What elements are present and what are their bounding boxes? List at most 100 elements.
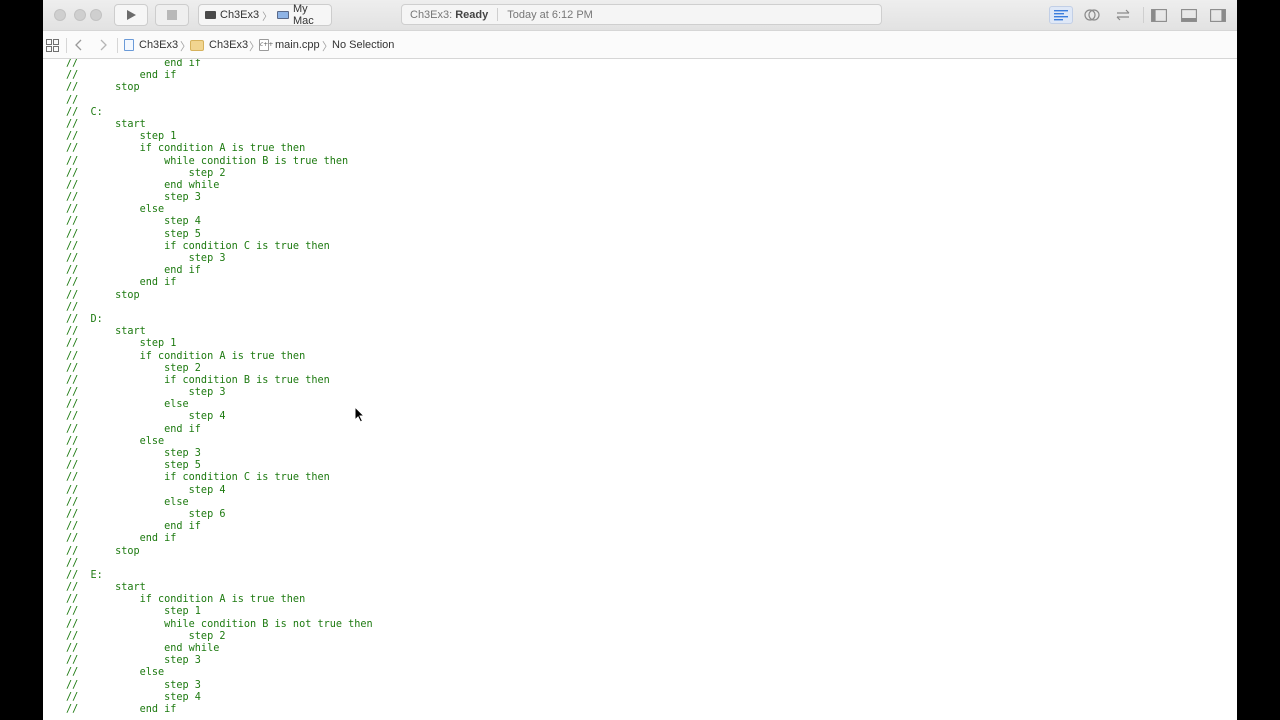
code-line: // step 6 bbox=[66, 508, 226, 520]
code-line: // end if bbox=[66, 277, 177, 289]
jump-bar-divider bbox=[66, 38, 67, 53]
code-line: // step 4 bbox=[66, 691, 201, 703]
code-line: // end if bbox=[66, 59, 201, 69]
code-line: // step 4 bbox=[66, 216, 201, 228]
chevron-right-icon: 〉 bbox=[262, 11, 273, 23]
xcode-window: Ch3Ex3 〉 My Mac Ch3Ex3: Ready Today at 6… bbox=[43, 0, 1237, 720]
code-line: // start bbox=[66, 118, 146, 130]
code-line: // if condition B is true then bbox=[66, 374, 330, 386]
code-line: // stop bbox=[66, 82, 140, 94]
assistant-editor-button[interactable] bbox=[1080, 6, 1104, 24]
code-line: // step 3 bbox=[66, 655, 201, 667]
breadcrumb-project[interactable]: Ch3Ex3 bbox=[124, 38, 178, 52]
align-left-icon bbox=[1054, 10, 1068, 21]
code-line: // step 1 bbox=[66, 131, 177, 143]
code-line: // else bbox=[66, 435, 165, 447]
code-line: // step 2 bbox=[66, 167, 226, 179]
chevron-left-icon bbox=[75, 39, 82, 51]
swap-arrows-icon bbox=[1116, 9, 1130, 21]
code-line: // step 5 bbox=[66, 460, 201, 472]
related-items-button[interactable] bbox=[46, 38, 59, 52]
code-line: // end if bbox=[66, 521, 201, 533]
code-line: // else bbox=[66, 496, 189, 508]
toggle-utilities-button[interactable] bbox=[1206, 6, 1230, 24]
play-icon bbox=[127, 10, 136, 20]
scheme-target[interactable]: Ch3Ex3 bbox=[199, 9, 259, 21]
chevron-right-icon bbox=[100, 39, 107, 51]
source-editor[interactable]: // end if// end if// stop//// C:// start… bbox=[43, 59, 1237, 720]
stop-icon bbox=[167, 10, 177, 20]
code-line: // start bbox=[66, 326, 146, 338]
breadcrumb-file[interactable]: c++ main.cpp bbox=[259, 38, 320, 52]
app-icon bbox=[205, 11, 216, 19]
code-line: // stop bbox=[66, 289, 140, 301]
code-lines: // end if// end if// stop//// C:// start… bbox=[66, 59, 373, 716]
code-line: // bbox=[66, 301, 79, 313]
code-line: // step 4 bbox=[66, 411, 226, 423]
activity-time: Today at 6:12 PM bbox=[507, 8, 593, 21]
folder-icon bbox=[190, 39, 204, 51]
standard-editor-button[interactable] bbox=[1049, 6, 1073, 24]
toolbar-divider bbox=[1143, 7, 1144, 23]
code-line: // if condition C is true then bbox=[66, 240, 330, 252]
code-line: // step 4 bbox=[66, 484, 226, 496]
code-line: // step 3 bbox=[66, 448, 201, 459]
cpp-file-icon: c++ bbox=[259, 39, 273, 51]
jump-bar-divider bbox=[117, 38, 118, 53]
code-line: // end if bbox=[66, 70, 177, 82]
code-line: // else bbox=[66, 204, 165, 216]
code-line: // if condition A is true then bbox=[66, 594, 306, 606]
activity-project: Ch3Ex3: bbox=[410, 8, 453, 21]
activity-status: Ready bbox=[455, 8, 489, 21]
left-panel-icon bbox=[1151, 8, 1167, 22]
venn-circles-icon bbox=[1084, 9, 1100, 21]
code-line: // C: bbox=[66, 106, 103, 118]
code-line: // bbox=[66, 557, 79, 569]
breadcrumb-selection[interactable]: No Selection bbox=[332, 38, 394, 52]
zoom-window-button[interactable] bbox=[90, 9, 102, 21]
code-line: // while condition B is true then bbox=[66, 155, 349, 167]
code-line: // step 2 bbox=[66, 630, 226, 642]
toolbar: Ch3Ex3 〉 My Mac Ch3Ex3: Ready Today at 6… bbox=[43, 0, 1237, 30]
back-button[interactable] bbox=[74, 38, 83, 52]
forward-button[interactable] bbox=[99, 38, 108, 52]
code-line: // step 2 bbox=[66, 362, 201, 374]
run-button[interactable] bbox=[114, 4, 148, 26]
mouse-pointer-icon bbox=[354, 406, 365, 423]
toggle-debug-area-button[interactable] bbox=[1177, 6, 1201, 24]
jump-bar: Ch3Ex3 〉 Ch3Ex3 〉 c++ main.cpp 〉 No Sele… bbox=[43, 30, 1237, 59]
minimize-window-button[interactable] bbox=[74, 9, 86, 21]
code-line: // end while bbox=[66, 179, 220, 191]
right-panel-icon bbox=[1210, 8, 1226, 22]
scheme-selector[interactable]: Ch3Ex3 〉 My Mac bbox=[198, 3, 332, 27]
code-line: // step 1 bbox=[66, 338, 177, 350]
code-line: // step 5 bbox=[66, 228, 201, 240]
code-line: // stop bbox=[66, 545, 140, 557]
code-line: // step 3 bbox=[66, 253, 226, 264]
stop-button[interactable] bbox=[155, 4, 189, 26]
code-line: // else bbox=[66, 667, 165, 679]
breadcrumb-group[interactable]: Ch3Ex3 bbox=[190, 38, 248, 52]
close-window-button[interactable] bbox=[54, 9, 66, 21]
code-line: // end if bbox=[66, 423, 201, 435]
code-line: // end if bbox=[66, 533, 177, 545]
code-line: // step 3 bbox=[66, 192, 201, 204]
code-line: // start bbox=[66, 582, 146, 594]
code-line: // step 3 bbox=[66, 679, 201, 691]
code-line: // while condition B is not true then bbox=[66, 618, 373, 630]
activity-divider bbox=[497, 8, 499, 21]
code-line: // if condition A is true then bbox=[66, 350, 306, 362]
project-file-icon bbox=[124, 39, 134, 51]
code-line: // if condition A is true then bbox=[66, 143, 306, 155]
code-line: // bbox=[66, 94, 79, 106]
code-line: // else bbox=[66, 399, 189, 411]
bottom-panel-icon bbox=[1181, 8, 1197, 22]
toggle-navigator-button[interactable] bbox=[1147, 6, 1171, 24]
code-line: // end while bbox=[66, 643, 220, 654]
version-editor-button[interactable] bbox=[1111, 6, 1135, 24]
code-line: // step 3 bbox=[66, 387, 226, 399]
code-line: // E: bbox=[66, 569, 103, 581]
code-line: // end if bbox=[66, 703, 177, 715]
code-line: // D: bbox=[66, 313, 103, 325]
scheme-device[interactable]: My Mac bbox=[275, 3, 331, 27]
